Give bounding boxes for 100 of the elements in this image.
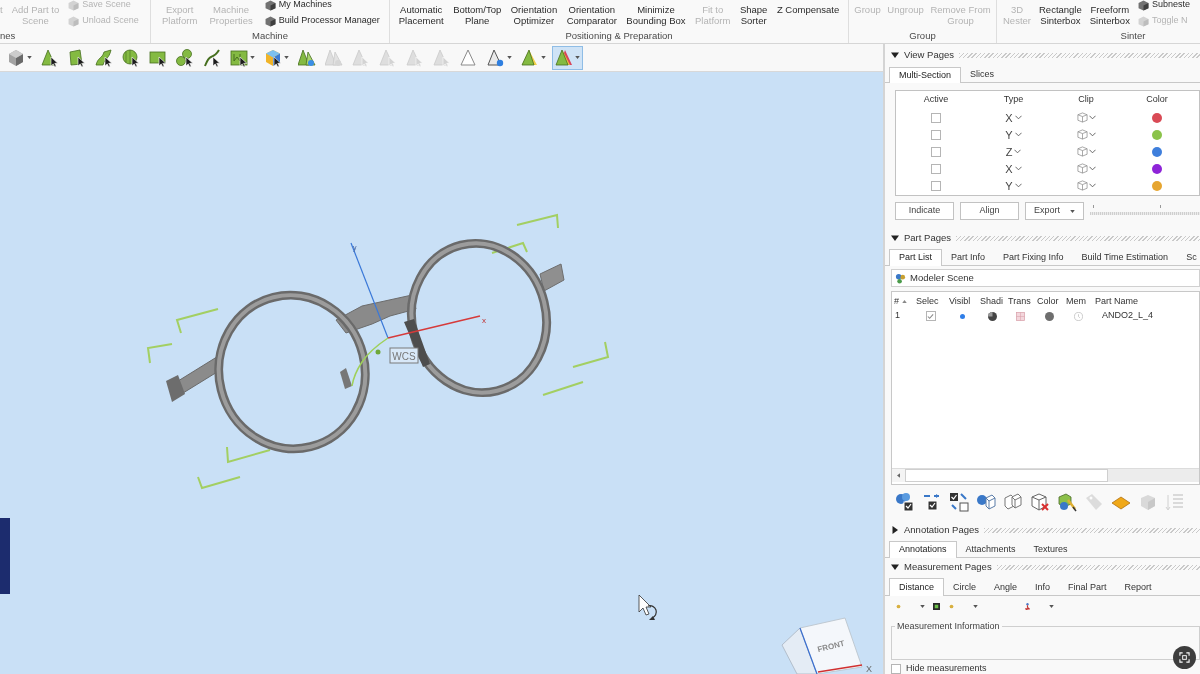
panel-button[interactable]: Indicate bbox=[895, 202, 954, 220]
triangles-icon bbox=[325, 48, 343, 67]
tab[interactable]: Annotations bbox=[889, 541, 957, 558]
tab[interactable]: Part Fixing Info bbox=[994, 250, 1073, 265]
tab[interactable]: Textures bbox=[1024, 542, 1077, 557]
checkbox[interactable] bbox=[931, 129, 941, 140]
clip-dropdown[interactable] bbox=[1076, 163, 1096, 174]
column-header[interactable]: Visibl bbox=[949, 294, 971, 309]
disclosure-triangle-icon[interactable] bbox=[891, 526, 899, 534]
ribbon-button[interactable]: Minimize Bounding Box bbox=[626, 0, 686, 26]
ribbon-button[interactable]: My Machines bbox=[264, 0, 380, 12]
tab[interactable]: Final Part bbox=[1059, 580, 1116, 595]
checkbox[interactable] bbox=[925, 311, 936, 321]
tab[interactable]: Report bbox=[1115, 580, 1161, 595]
tab[interactable]: Multi-Section bbox=[889, 67, 962, 83]
chevron-icon bbox=[1014, 115, 1022, 120]
panel-button[interactable]: Export bbox=[1025, 202, 1084, 220]
column-header[interactable]: # bbox=[894, 294, 899, 309]
sphere-cube-icon[interactable] bbox=[976, 492, 996, 512]
shapes-brush-icon[interactable] bbox=[1057, 492, 1077, 512]
shading-sphere-icon[interactable] bbox=[987, 311, 997, 321]
tab[interactable]: Angle bbox=[985, 580, 1027, 595]
bounding-box-corner bbox=[175, 308, 219, 334]
chevron-icon bbox=[1088, 183, 1096, 188]
bounding-box-corner bbox=[542, 381, 584, 396]
color-dot[interactable] bbox=[1152, 129, 1162, 140]
scene-bar[interactable]: Modeler Scene bbox=[891, 269, 1200, 287]
disclosure-triangle-icon[interactable] bbox=[891, 563, 899, 571]
type-dropdown[interactable]: X bbox=[1005, 162, 1022, 175]
clip-dropdown[interactable] bbox=[1076, 180, 1096, 191]
panel-button[interactable]: Align bbox=[960, 202, 1019, 220]
type-dropdown[interactable]: Y bbox=[1005, 179, 1022, 192]
checkbox[interactable] bbox=[931, 163, 941, 174]
ribbon-button[interactable]: Automatic Placement bbox=[398, 0, 444, 26]
color-dot[interactable] bbox=[1152, 180, 1162, 191]
tab[interactable]: Attachments bbox=[956, 542, 1025, 557]
tab[interactable]: Circle bbox=[944, 580, 986, 595]
cube-delete-icon[interactable] bbox=[1030, 492, 1050, 512]
ribbon-button[interactable]: Orientation Comparator bbox=[566, 0, 617, 26]
type-dropdown[interactable]: X bbox=[1005, 111, 1022, 124]
toggle-checkbox-icon[interactable] bbox=[949, 492, 969, 512]
parts-checkbox-icon[interactable] bbox=[895, 492, 915, 512]
checkbox[interactable] bbox=[931, 112, 941, 123]
groupbox-title: Measurement Information bbox=[895, 620, 1002, 632]
tab[interactable]: Slices bbox=[961, 67, 1004, 82]
clip-dropdown[interactable] bbox=[1076, 112, 1096, 123]
tab[interactable]: Sc bbox=[1177, 250, 1200, 265]
column-header[interactable]: Mem bbox=[1066, 294, 1086, 309]
checkbox[interactable] bbox=[931, 180, 941, 191]
tab[interactable]: Part Info bbox=[942, 250, 995, 265]
scrollbar[interactable] bbox=[892, 468, 1199, 482]
measure-tool-button[interactable] bbox=[933, 602, 940, 610]
glasses-model[interactable] bbox=[166, 239, 565, 454]
checkbox[interactable] bbox=[931, 146, 941, 157]
grid-tile-icon[interactable] bbox=[1016, 311, 1025, 321]
clip-dropdown[interactable] bbox=[1076, 146, 1096, 157]
color-dot[interactable] bbox=[1152, 112, 1162, 123]
ribbon-button[interactable]: Subneste bbox=[1137, 0, 1190, 12]
column-header[interactable]: Trans bbox=[1008, 294, 1031, 309]
column-header[interactable]: Color bbox=[1037, 294, 1059, 309]
type-dropdown[interactable]: Y bbox=[1005, 128, 1022, 141]
ribbon-button[interactable]: Rectangle Sinterbox bbox=[1039, 0, 1082, 26]
quad-cursor-icon bbox=[68, 48, 86, 67]
scroll-left-icon[interactable] bbox=[897, 473, 900, 478]
cubes-outline-icon[interactable] bbox=[1003, 492, 1023, 512]
scrollbar-thumb[interactable] bbox=[905, 469, 1108, 482]
caret-icon bbox=[541, 56, 546, 59]
caret-icon bbox=[284, 56, 289, 59]
ribbon-button[interactable]: Build Processor Manager bbox=[264, 14, 380, 28]
point-icon bbox=[895, 602, 902, 610]
clip-dropdown[interactable] bbox=[1076, 129, 1096, 140]
ribbon-button[interactable]: Bottom/Top Plane bbox=[453, 0, 502, 26]
bounding-box-corner bbox=[572, 341, 610, 368]
column-header[interactable]: Selec bbox=[916, 294, 939, 309]
rotate-cursor-icon bbox=[638, 594, 657, 620]
ribbon-button[interactable]: Z Compensate bbox=[776, 0, 840, 15]
ribbon-button[interactable]: Freeform Sinterbox bbox=[1089, 0, 1130, 26]
ribbon-button[interactable]: Shape Sorter bbox=[739, 0, 768, 26]
disclosure-triangle-icon[interactable] bbox=[891, 234, 899, 242]
color-dot[interactable] bbox=[1152, 163, 1162, 174]
cube-outline-icon bbox=[1076, 146, 1088, 157]
cube-icon bbox=[264, 0, 276, 11]
visibility-dot-icon[interactable] bbox=[960, 313, 965, 319]
tab[interactable]: Info bbox=[1026, 580, 1060, 595]
tab[interactable]: Build Time Estimation bbox=[1072, 250, 1178, 265]
ribbon-button[interactable]: Orientation Optimizer bbox=[510, 0, 558, 26]
color-dot[interactable] bbox=[1045, 311, 1054, 321]
axis-label: x bbox=[482, 316, 486, 325]
swap-checkbox-icon[interactable] bbox=[922, 492, 942, 512]
cube-outline-icon bbox=[1076, 163, 1088, 174]
triangle-icon bbox=[521, 48, 539, 67]
tab[interactable]: Distance bbox=[889, 578, 944, 596]
tab[interactable]: Part List bbox=[889, 249, 942, 266]
color-dot[interactable] bbox=[1152, 146, 1162, 157]
column-header[interactable]: Shadi bbox=[980, 294, 1004, 309]
type-dropdown[interactable]: Z bbox=[1005, 145, 1022, 158]
disclosure-triangle-icon[interactable] bbox=[891, 51, 899, 59]
slider-track[interactable] bbox=[1090, 205, 1200, 217]
column-header[interactable]: Part Name bbox=[1095, 294, 1138, 309]
checkbox[interactable] bbox=[891, 663, 901, 674]
